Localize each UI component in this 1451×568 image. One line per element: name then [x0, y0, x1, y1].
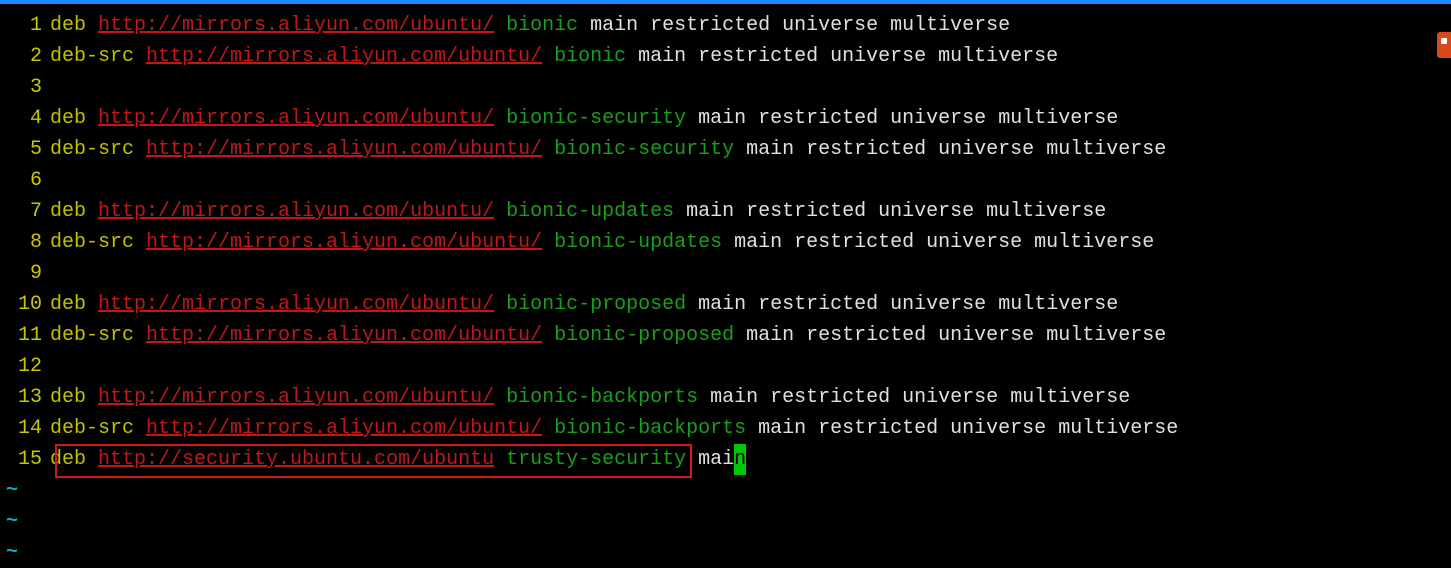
editor-line[interactable]: 14deb-src http://mirrors.aliyun.com/ubun… [0, 413, 1451, 444]
line-number: 13 [0, 382, 50, 413]
line-number: 4 [0, 103, 50, 134]
line-number: 5 [0, 134, 50, 165]
line-number: 11 [0, 320, 50, 351]
code-token: http://mirrors.aliyun.com/ubuntu/ [98, 386, 494, 409]
line-content[interactable]: deb http://security.ubuntu.com/ubuntu tr… [50, 444, 746, 475]
line-content[interactable]: deb http://mirrors.aliyun.com/ubuntu/ bi… [50, 196, 1106, 227]
editor-line[interactable]: 9 [0, 258, 1451, 289]
editor-line[interactable]: 11deb-src http://mirrors.aliyun.com/ubun… [0, 320, 1451, 351]
code-token: main restricted universe multiverse [590, 14, 1010, 37]
code-token: http://mirrors.aliyun.com/ubuntu/ [98, 293, 494, 316]
editor-line[interactable]: 1deb http://mirrors.aliyun.com/ubuntu/ b… [0, 10, 1451, 41]
code-token: bionic-proposed [494, 293, 698, 316]
code-token: deb-src [50, 231, 146, 254]
code-token: main restricted universe multiverse [698, 107, 1118, 130]
text-cursor: n [734, 444, 746, 475]
code-token: bionic-updates [494, 200, 686, 223]
code-token: bionic-backports [494, 386, 710, 409]
editor-line[interactable]: 4deb http://mirrors.aliyun.com/ubuntu/ b… [0, 103, 1451, 134]
line-content[interactable]: deb http://mirrors.aliyun.com/ubuntu/ bi… [50, 289, 1118, 320]
code-token: http://security.ubuntu.com/ubuntu [98, 448, 494, 471]
code-token: deb-src [50, 45, 146, 68]
code-token: http://mirrors.aliyun.com/ubuntu/ [146, 45, 542, 68]
code-token: http://mirrors.aliyun.com/ubuntu/ [146, 138, 542, 161]
line-number: 15 [0, 444, 50, 475]
line-number: 8 [0, 227, 50, 258]
code-token: bionic-security [494, 107, 698, 130]
code-token: bionic [494, 14, 590, 37]
app-badge-icon [1437, 32, 1451, 58]
code-token: deb [50, 448, 98, 471]
line-number: 1 [0, 10, 50, 41]
code-token: bionic-proposed [542, 324, 746, 347]
code-token: deb-src [50, 417, 146, 440]
empty-line-tilde: ~ [0, 475, 1451, 506]
editor-line[interactable]: 10deb http://mirrors.aliyun.com/ubuntu/ … [0, 289, 1451, 320]
line-number: 14 [0, 413, 50, 444]
editor-line[interactable]: 13deb http://mirrors.aliyun.com/ubuntu/ … [0, 382, 1451, 413]
editor-line[interactable]: 5deb-src http://mirrors.aliyun.com/ubunt… [0, 134, 1451, 165]
editor-line[interactable]: 2deb-src http://mirrors.aliyun.com/ubunt… [0, 41, 1451, 72]
line-content[interactable]: deb-src http://mirrors.aliyun.com/ubuntu… [50, 134, 1166, 165]
line-number: 3 [0, 72, 50, 103]
line-content[interactable]: deb-src http://mirrors.aliyun.com/ubuntu… [50, 227, 1154, 258]
line-number: 2 [0, 41, 50, 72]
code-token: mai [698, 448, 734, 471]
code-token: bionic-security [542, 138, 746, 161]
code-token: http://mirrors.aliyun.com/ubuntu/ [98, 200, 494, 223]
line-number: 6 [0, 165, 50, 196]
editor-line[interactable]: 3 [0, 72, 1451, 103]
editor-viewport[interactable]: 1deb http://mirrors.aliyun.com/ubuntu/ b… [0, 4, 1451, 568]
code-token: bionic-updates [542, 231, 734, 254]
code-token: http://mirrors.aliyun.com/ubuntu/ [98, 107, 494, 130]
line-number: 12 [0, 351, 50, 382]
empty-line-tilde: ~ [0, 537, 1451, 568]
line-content[interactable]: deb http://mirrors.aliyun.com/ubuntu/ bi… [50, 103, 1118, 134]
line-content[interactable]: deb http://mirrors.aliyun.com/ubuntu/ bi… [50, 382, 1130, 413]
code-token: main restricted universe multiverse [698, 293, 1118, 316]
line-content[interactable]: deb-src http://mirrors.aliyun.com/ubuntu… [50, 320, 1166, 351]
line-number: 7 [0, 196, 50, 227]
code-token: deb-src [50, 138, 146, 161]
line-content[interactable]: deb-src http://mirrors.aliyun.com/ubuntu… [50, 413, 1178, 444]
code-token: trusty-security [494, 448, 698, 471]
code-token: main restricted universe multiverse [758, 417, 1178, 440]
editor-line[interactable]: 12 [0, 351, 1451, 382]
code-token: deb [50, 200, 98, 223]
line-number: 10 [0, 289, 50, 320]
line-content[interactable]: deb-src http://mirrors.aliyun.com/ubuntu… [50, 41, 1058, 72]
code-token: main restricted universe multiverse [638, 45, 1058, 68]
code-token: main restricted universe multiverse [746, 324, 1166, 347]
code-token: deb-src [50, 324, 146, 347]
code-token: bionic-backports [542, 417, 758, 440]
code-token: deb [50, 14, 98, 37]
code-token: main restricted universe multiverse [686, 200, 1106, 223]
code-token: http://mirrors.aliyun.com/ubuntu/ [146, 324, 542, 347]
code-token: http://mirrors.aliyun.com/ubuntu/ [98, 14, 494, 37]
code-token: main restricted universe multiverse [710, 386, 1130, 409]
code-token: http://mirrors.aliyun.com/ubuntu/ [146, 231, 542, 254]
code-token: deb [50, 293, 98, 316]
empty-line-tilde: ~ [0, 506, 1451, 537]
editor-line[interactable]: 6 [0, 165, 1451, 196]
code-token: http://mirrors.aliyun.com/ubuntu/ [146, 417, 542, 440]
code-token: deb [50, 386, 98, 409]
code-token: deb [50, 107, 98, 130]
editor-line[interactable]: 15deb http://security.ubuntu.com/ubuntu … [0, 444, 1451, 475]
code-token: main restricted universe multiverse [734, 231, 1154, 254]
code-token: main restricted universe multiverse [746, 138, 1166, 161]
editor-line[interactable]: 7deb http://mirrors.aliyun.com/ubuntu/ b… [0, 196, 1451, 227]
line-content[interactable]: deb http://mirrors.aliyun.com/ubuntu/ bi… [50, 10, 1010, 41]
line-number: 9 [0, 258, 50, 289]
code-token: bionic [542, 45, 638, 68]
editor-line[interactable]: 8deb-src http://mirrors.aliyun.com/ubunt… [0, 227, 1451, 258]
